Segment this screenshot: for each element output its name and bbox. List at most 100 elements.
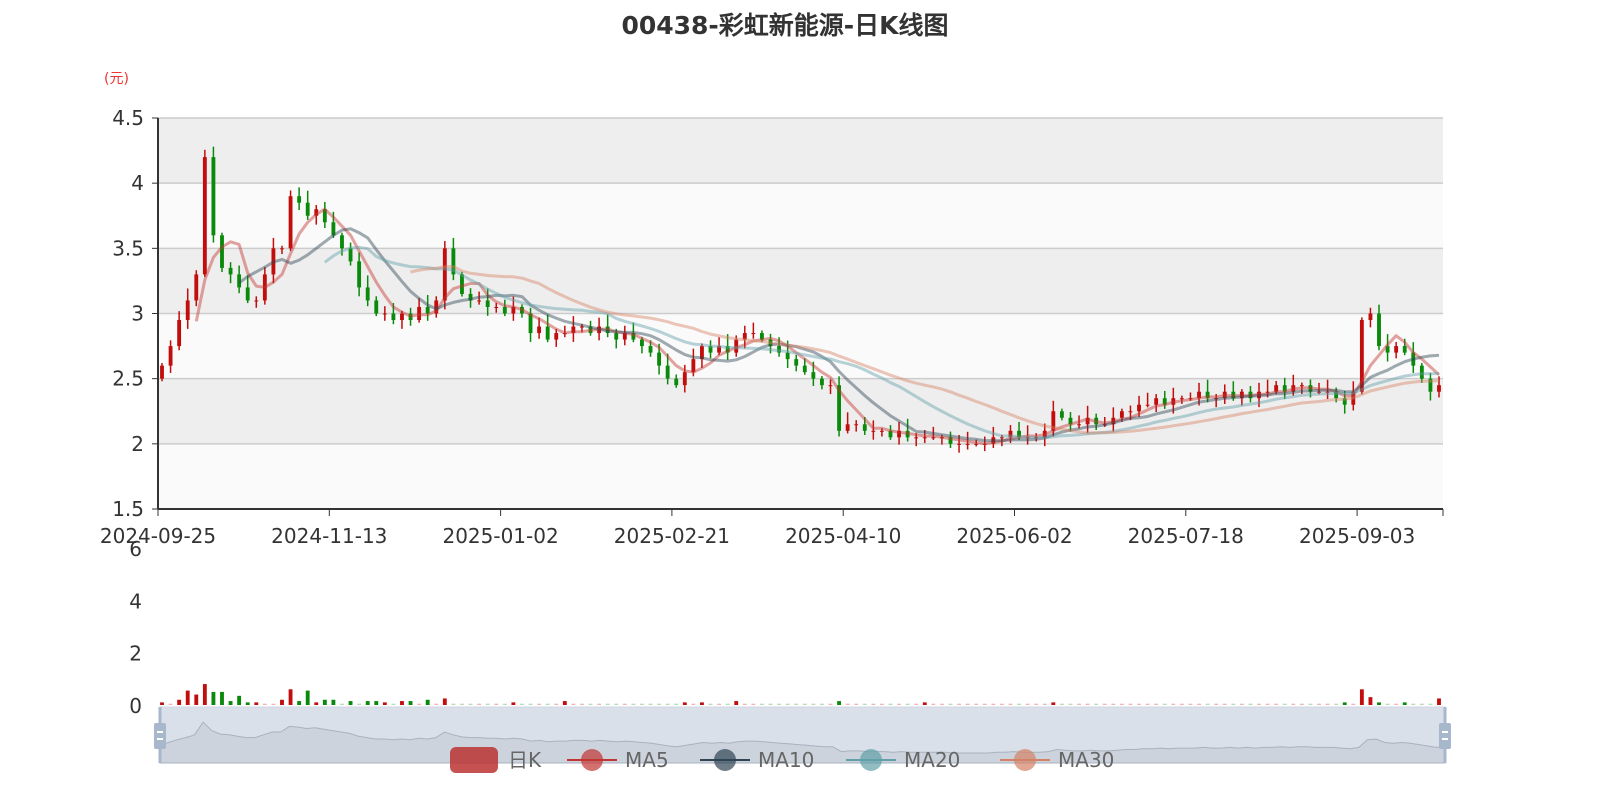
volume-bar [1214, 703, 1219, 705]
volume-bar [631, 703, 636, 705]
volume-bar [185, 690, 190, 705]
volume-bar [1394, 703, 1399, 705]
volume-bar [177, 699, 182, 705]
candle [657, 352, 662, 366]
volume-bar [425, 699, 430, 705]
candle [485, 300, 490, 307]
legend-dot-icon [860, 749, 882, 771]
legend-item-kline[interactable]: 日K [450, 747, 542, 773]
y-tick-label: 1.5 [112, 497, 144, 521]
candle [674, 378, 679, 386]
volume-bar [691, 703, 696, 705]
volume-bar [1171, 703, 1176, 705]
volume-bar [1257, 703, 1261, 705]
handle-grip [157, 738, 163, 740]
volume-bar [734, 701, 739, 705]
volume-bar [314, 702, 319, 705]
volume-bar [580, 703, 584, 705]
volume-bar [785, 703, 790, 705]
legend-dot-icon [581, 749, 603, 771]
candle [340, 235, 344, 249]
candle [442, 248, 447, 301]
volume-bar [819, 703, 824, 705]
volume-bar [1377, 702, 1381, 705]
data-zoom-right-handle[interactable] [1439, 723, 1451, 749]
volume-bar [1197, 703, 1201, 705]
volume-bar [545, 703, 550, 705]
volume-bar [725, 703, 730, 705]
volume-bar [1162, 703, 1167, 705]
candle [494, 306, 499, 308]
volume-bar [237, 695, 242, 705]
volume-bar [948, 703, 953, 705]
volume-bar [537, 703, 542, 705]
handle-grip [157, 731, 163, 733]
volume-bar [965, 703, 970, 705]
candle [751, 333, 756, 335]
volume-tick-label: 6 [129, 537, 142, 561]
volume-bar [1119, 703, 1124, 705]
candle [1394, 346, 1399, 353]
volume-bar [862, 703, 867, 705]
volume-tick-label: 4 [129, 589, 142, 613]
candle [1402, 346, 1407, 353]
legend-label: MA30 [1058, 748, 1114, 772]
volume-bar [1299, 703, 1304, 705]
candle [477, 300, 482, 302]
grid-band [158, 443, 1443, 509]
volume-bar [1128, 703, 1133, 705]
volume-bar [331, 699, 336, 705]
volume-bar [1334, 703, 1339, 705]
volume-bar [957, 703, 961, 705]
volume-bar [991, 703, 996, 705]
volume-bar [1359, 689, 1364, 705]
volume-bar [1428, 703, 1433, 705]
candle [1119, 411, 1124, 418]
legend-label: 日K [508, 748, 542, 772]
candle [1154, 398, 1159, 405]
kline-chart: 4.5 4 3.5 3 2.5 2 1.5 2024-09-25 2024-11-13 2025-… [100, 106, 1451, 773]
volume-tick-label: 2 [129, 642, 142, 666]
volume-bar [845, 703, 850, 705]
volume-bar [562, 701, 567, 705]
grid-band [158, 118, 1443, 184]
volume-bar [1342, 702, 1347, 705]
volume-bar [280, 699, 284, 705]
volume-bar [708, 703, 713, 705]
candle [202, 157, 207, 275]
volume-bar [1419, 703, 1424, 705]
candle [160, 365, 164, 379]
candle [1377, 313, 1381, 347]
volume-bar [1111, 703, 1116, 705]
candle [965, 443, 970, 445]
volume-bar [622, 703, 627, 705]
volume-bar [477, 703, 482, 705]
volume-bar [1402, 702, 1407, 705]
x-tick-label: 2025-04-10 [785, 524, 901, 548]
volume-bar [1291, 703, 1296, 705]
candle [614, 333, 619, 340]
candle [1299, 385, 1304, 387]
x-tick-label: 2024-09-25 [100, 524, 216, 548]
volume-bar [1025, 703, 1030, 705]
volume-bar [1137, 703, 1141, 705]
candle [1368, 313, 1373, 321]
candle [348, 248, 353, 262]
volume-bar [794, 703, 799, 705]
candle [305, 202, 310, 216]
volume-bar [1068, 703, 1073, 705]
candle [845, 424, 850, 431]
volume-bar [1102, 703, 1107, 705]
volume-bar [1205, 703, 1210, 705]
volume-bar [1222, 703, 1227, 705]
data-zoom-left-handle[interactable] [154, 723, 166, 749]
volume-bar [1351, 703, 1356, 705]
candle [862, 424, 867, 431]
candle [648, 346, 653, 353]
candle [802, 365, 807, 373]
volume-bar [168, 703, 173, 705]
volume-bar [271, 703, 276, 705]
volume-bar [1094, 703, 1099, 705]
candle [819, 378, 824, 386]
candle [502, 306, 507, 314]
